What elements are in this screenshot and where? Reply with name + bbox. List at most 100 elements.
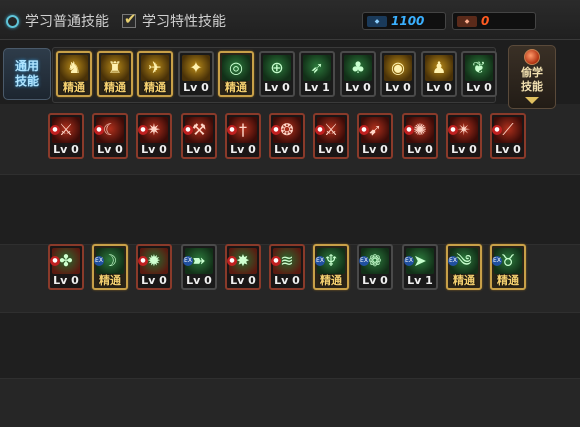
sp-points-value: 1100 xyxy=(391,14,425,28)
row-band xyxy=(0,174,580,244)
skill-slot[interactable]: ⟋ ● Lv 0 xyxy=(490,113,526,159)
skill-slot[interactable]: ➶ Lv 1 xyxy=(299,51,335,97)
sp-points: ◆ 1100 xyxy=(362,12,446,30)
skill-level: Lv 0 xyxy=(141,143,167,156)
ex-badge-icon: EX xyxy=(359,256,369,266)
lock-badge-icon: ● xyxy=(50,125,60,135)
skill-slot[interactable]: ♞ 精通 xyxy=(56,51,92,97)
mushroom-icon: ♣ xyxy=(344,55,372,81)
skill-slot[interactable]: ⚔ ● Lv 0 xyxy=(313,113,349,159)
crosshair-small-icon: ⊕ xyxy=(263,55,291,81)
skill-slot[interactable]: ✦ Lv 0 xyxy=(178,51,214,97)
skill-slot[interactable]: ☾ ● Lv 0 xyxy=(92,113,128,159)
tp-points: ◆ 0 xyxy=(452,12,536,30)
flex-icon: ♟ xyxy=(425,55,453,81)
chevron-down-icon[interactable] xyxy=(525,97,539,104)
skill-slot[interactable]: ✤ ● Lv 0 xyxy=(48,244,84,290)
skill-slot[interactable]: ✈ 精通 xyxy=(137,51,173,97)
top-bar: 学习普通技能 学习特性技能 ◆ 1100 ◆ 0 xyxy=(0,0,580,40)
skill-slot[interactable]: ◎ 精通 xyxy=(218,51,254,97)
crouch-icon: ♜ xyxy=(101,55,129,81)
skill-slot[interactable]: ⊕ Lv 0 xyxy=(259,51,295,97)
skill-slot[interactable]: † ● Lv 0 xyxy=(225,113,261,159)
skill-level: Lv 0 xyxy=(53,143,79,156)
skill-slot[interactable]: ♉ EX 精通 xyxy=(490,244,526,290)
lock-badge-icon: ● xyxy=(227,125,237,135)
eye-orb-icon: ◉ xyxy=(384,55,412,81)
skill-slot[interactable]: ✷ ● Lv 0 xyxy=(136,113,172,159)
skill-level: 精通 xyxy=(104,81,126,94)
lock-badge-icon: ● xyxy=(138,256,148,266)
skill-level: Lv 1 xyxy=(407,274,433,287)
skill-level: Lv 0 xyxy=(426,81,452,94)
skill-level: Lv 0 xyxy=(274,143,300,156)
row-band xyxy=(0,378,580,427)
ex-badge-icon: EX xyxy=(448,256,458,266)
skill-level: Lv 0 xyxy=(183,81,209,94)
skill-level: 精通 xyxy=(320,274,342,287)
sp-points-icon: ◆ xyxy=(367,15,387,27)
skill-slot[interactable]: ❦ Lv 0 xyxy=(461,51,497,97)
skill-slot[interactable]: ≋ ● Lv 0 xyxy=(269,244,305,290)
skill-slot[interactable]: ♜ 精通 xyxy=(97,51,133,97)
divider xyxy=(0,312,580,313)
skill-level: Lv 0 xyxy=(466,81,492,94)
ex-badge-icon: EX xyxy=(183,256,193,266)
lock-badge-icon: ● xyxy=(271,256,281,266)
skill-level: Lv 0 xyxy=(407,143,433,156)
skill-slot[interactable]: ♆ EX 精通 xyxy=(313,244,349,290)
skill-level: 精通 xyxy=(225,81,247,94)
skill-slot[interactable]: ➤ EX Lv 1 xyxy=(402,244,438,290)
divider xyxy=(0,378,580,379)
aim-icon: ➶ xyxy=(303,55,331,81)
ex-badge-icon: EX xyxy=(315,256,325,266)
skill-slot[interactable]: ❁ EX Lv 0 xyxy=(357,244,393,290)
row-band xyxy=(0,312,580,378)
skill-slot[interactable]: ☽ EX 精通 xyxy=(92,244,128,290)
skill-slot[interactable]: ✹ ● Lv 0 xyxy=(136,244,172,290)
steal-skills-label: 偷学技能 xyxy=(521,66,543,93)
tp-points-value: 0 xyxy=(481,14,490,28)
skill-slot[interactable]: ⚔ ● Lv 0 xyxy=(48,113,84,159)
checkbox-icon[interactable] xyxy=(122,10,137,28)
skill-slot[interactable]: ✺ ● Lv 0 xyxy=(402,113,438,159)
skill-slot[interactable]: ❂ ● Lv 0 xyxy=(269,113,305,159)
skill-level: Lv 0 xyxy=(495,143,521,156)
skill-slot[interactable]: ✴ ● Lv 0 xyxy=(446,113,482,159)
skill-level: Lv 0 xyxy=(345,81,371,94)
tab-learn-normal-skills[interactable]: 学习普通技能 xyxy=(6,10,109,32)
lock-badge-icon: ● xyxy=(492,125,502,135)
kick-icon: ✈ xyxy=(141,55,169,81)
skill-level: Lv 0 xyxy=(186,143,212,156)
skill-level: Lv 0 xyxy=(451,143,477,156)
ex-badge-icon: EX xyxy=(94,256,104,266)
skill-level: Lv 0 xyxy=(230,274,256,287)
lock-badge-icon: ● xyxy=(448,125,458,135)
skill-slot[interactable]: ♣ Lv 0 xyxy=(340,51,376,97)
skill-slot[interactable]: ➽ EX Lv 0 xyxy=(181,244,217,290)
skill-slot[interactable]: ༄ EX 精通 xyxy=(446,244,482,290)
skill-level: 精通 xyxy=(497,274,519,287)
skill-slot[interactable]: ➹ ● Lv 0 xyxy=(357,113,393,159)
skill-level: Lv 0 xyxy=(53,274,79,287)
tab-learn-special-skills[interactable]: 学习特性技能 xyxy=(122,10,226,32)
orb-icon xyxy=(524,49,540,65)
steal-skills-button[interactable]: 偷学技能 xyxy=(508,45,556,109)
sit-icon: ♞ xyxy=(60,55,88,81)
skill-slot[interactable]: ♟ Lv 0 xyxy=(421,51,457,97)
general-skills-label: 通用技能 xyxy=(14,59,39,88)
lock-badge-icon: ● xyxy=(315,125,325,135)
radio-icon[interactable] xyxy=(6,14,19,28)
skill-slot[interactable]: ◉ Lv 0 xyxy=(380,51,416,97)
skill-level: Lv 0 xyxy=(318,143,344,156)
skill-slot[interactable]: ✸ ● Lv 0 xyxy=(225,244,261,290)
skill-level: Lv 0 xyxy=(186,274,212,287)
lock-badge-icon: ● xyxy=(183,125,193,135)
general-skills-button[interactable]: 通用技能 xyxy=(3,48,51,100)
tp-points-icon: ◆ xyxy=(457,15,477,27)
skill-level: Lv 0 xyxy=(141,274,167,287)
skill-level: Lv 0 xyxy=(274,274,300,287)
skill-level: Lv 0 xyxy=(385,81,411,94)
skill-slot[interactable]: ⚒ ● Lv 0 xyxy=(181,113,217,159)
skill-level: Lv 0 xyxy=(264,81,290,94)
